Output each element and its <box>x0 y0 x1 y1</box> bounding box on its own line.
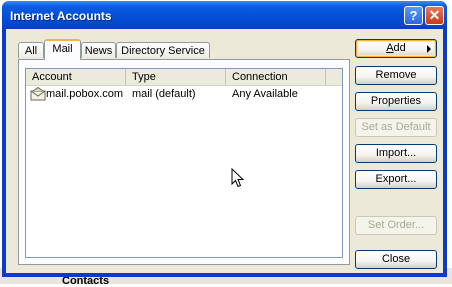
dialog-client-area: All Mail News Directory Service Account … <box>6 29 443 273</box>
account-name-cell: mail.pobox.com <box>46 88 124 100</box>
table-row[interactable]: mail.pobox.com mail (default) Any Availa… <box>26 86 342 102</box>
list-header: Account Type Connection <box>26 69 342 86</box>
set-order-button[interactable]: Set Order... <box>355 216 437 235</box>
mouse-pointer-icon <box>231 167 245 191</box>
tab-mail[interactable]: Mail <box>44 39 81 60</box>
column-header-account[interactable]: Account <box>26 69 126 85</box>
remove-button[interactable]: Remove <box>355 66 437 85</box>
set-as-default-button[interactable]: Set as Default <box>355 118 437 137</box>
title-bar[interactable]: Internet Accounts ? ✕ <box>2 1 447 29</box>
close-button[interactable]: Close <box>355 250 437 269</box>
column-header-connection[interactable]: Connection <box>226 69 326 85</box>
close-icon: ✕ <box>428 7 441 23</box>
export-button[interactable]: Export... <box>355 170 437 189</box>
account-connection-cell: Any Available <box>232 88 298 100</box>
tab-mail-label: Mail <box>52 43 73 55</box>
tab-directory-service[interactable]: Directory Service <box>116 42 210 58</box>
accounts-list[interactable]: Account Type Connection mail.pobox.com m… <box>25 68 343 258</box>
help-icon: ? <box>409 8 418 23</box>
help-button[interactable]: ? <box>404 6 423 25</box>
properties-button[interactable]: Properties <box>355 92 437 111</box>
window-title: Internet Accounts <box>10 9 112 23</box>
tab-all-label: All <box>24 45 38 57</box>
tab-news[interactable]: News <box>81 42 116 58</box>
account-type-cell: mail (default) <box>132 88 196 100</box>
add-button[interactable]: Add <box>355 39 437 58</box>
column-header-type[interactable]: Type <box>126 69 226 85</box>
internet-accounts-dialog: Internet Accounts ? ✕ All Mail News Dire… <box>2 1 447 277</box>
import-button[interactable]: Import... <box>355 144 437 163</box>
tab-all[interactable]: All <box>18 42 44 58</box>
tab-panel-mail: Account Type Connection mail.pobox.com m… <box>18 59 350 265</box>
submenu-arrow-icon <box>427 45 431 53</box>
add-mnemonic: A <box>386 42 394 54</box>
mail-account-icon <box>30 86 46 101</box>
tab-directory-service-label: Directory Service <box>121 45 205 57</box>
close-window-button[interactable]: ✕ <box>425 6 444 25</box>
tab-news-label: News <box>84 45 113 57</box>
add-label-rest: dd <box>393 42 406 54</box>
